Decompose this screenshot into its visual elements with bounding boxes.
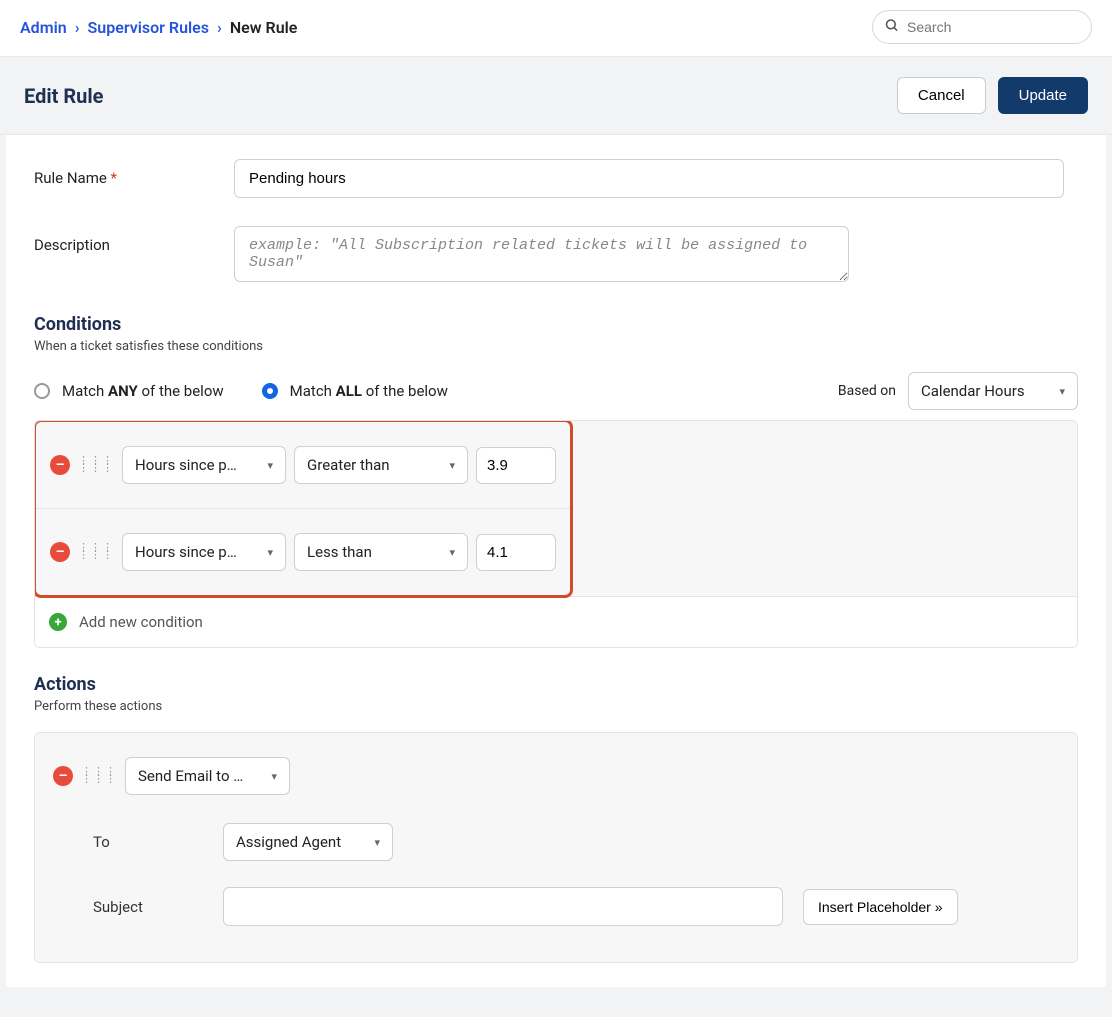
chevron-down-icon: ▾ — [268, 546, 274, 559]
page-title: Edit Rule — [24, 84, 103, 108]
conditions-container: – ⋮⋮⋮⋮⋮⋮ Hours since p… ▾ Greater than ▾… — [34, 420, 1078, 648]
breadcrumb: Admin › Supervisor Rules › New Rule — [20, 18, 297, 37]
subject-label: Subject — [93, 898, 203, 916]
condition-field-select[interactable]: Hours since p… ▾ — [122, 533, 286, 571]
rule-name-label: Rule Name * — [34, 159, 234, 187]
actions-container: – ⋮⋮⋮⋮⋮⋮ Send Email to … ▾ To Assigned A… — [34, 732, 1078, 963]
remove-action-button[interactable]: – — [53, 766, 73, 786]
actions-heading: Actions — [34, 674, 1078, 695]
based-on-label: Based on — [838, 383, 896, 399]
conditions-subtext: When a ticket satisfies these conditions — [34, 339, 1078, 354]
radio-icon — [34, 383, 50, 399]
chevron-right-icon: › — [75, 18, 80, 37]
chevron-down-icon: ▾ — [374, 836, 380, 849]
actions-subtext: Perform these actions — [34, 699, 1078, 714]
description-label: Description — [34, 226, 234, 254]
action-type-select[interactable]: Send Email to … ▾ — [125, 757, 290, 795]
condition-operator-select[interactable]: Less than ▾ — [294, 533, 468, 571]
chevron-down-icon: ▾ — [268, 459, 274, 472]
remove-condition-button[interactable]: – — [50, 542, 70, 562]
condition-row: – ⋮⋮⋮⋮⋮⋮ Hours since p… ▾ Less than ▾ — [36, 509, 570, 595]
condition-value-input[interactable] — [476, 534, 556, 571]
breadcrumb-current: New Rule — [230, 18, 298, 37]
radio-selected-icon — [262, 383, 278, 399]
breadcrumb-admin[interactable]: Admin — [20, 18, 67, 37]
drag-handle-icon[interactable]: ⋮⋮⋮⋮⋮⋮ — [78, 545, 114, 558]
description-input[interactable] — [234, 226, 849, 282]
chevron-down-icon: ▾ — [1059, 385, 1065, 398]
based-on-select[interactable]: Calendar Hours ▾ — [908, 372, 1078, 410]
chevron-right-icon: › — [217, 18, 222, 37]
condition-row: – ⋮⋮⋮⋮⋮⋮ Hours since p… ▾ Greater than ▾ — [36, 422, 570, 509]
drag-handle-icon[interactable]: ⋮⋮⋮⋮⋮⋮ — [81, 769, 117, 782]
add-condition-row[interactable]: + Add new condition — [35, 596, 1077, 647]
chevron-down-icon: ▾ — [449, 546, 455, 559]
rule-name-input[interactable] — [234, 159, 1064, 198]
chevron-down-icon: ▾ — [449, 459, 455, 472]
insert-placeholder-button[interactable]: Insert Placeholder » — [803, 889, 958, 925]
chevron-down-icon: ▾ — [271, 770, 277, 783]
to-label: To — [93, 833, 203, 851]
to-select[interactable]: Assigned Agent ▾ — [223, 823, 393, 861]
condition-operator-select[interactable]: Greater than ▾ — [294, 446, 468, 484]
cancel-button[interactable]: Cancel — [897, 77, 986, 114]
update-button[interactable]: Update — [998, 77, 1088, 114]
match-all-radio[interactable]: Match ALL of the below — [262, 382, 448, 400]
search-icon — [884, 18, 899, 37]
subject-input[interactable] — [223, 887, 783, 926]
conditions-heading: Conditions — [34, 314, 1078, 335]
drag-handle-icon[interactable]: ⋮⋮⋮⋮⋮⋮ — [78, 458, 114, 471]
condition-value-input[interactable] — [476, 447, 556, 484]
breadcrumb-supervisor-rules[interactable]: Supervisor Rules — [88, 18, 209, 37]
remove-condition-button[interactable]: – — [50, 455, 70, 475]
condition-field-select[interactable]: Hours since p… ▾ — [122, 446, 286, 484]
plus-icon: + — [49, 613, 67, 631]
search-input[interactable] — [872, 10, 1092, 44]
match-any-radio[interactable]: Match ANY of the below — [34, 382, 224, 400]
